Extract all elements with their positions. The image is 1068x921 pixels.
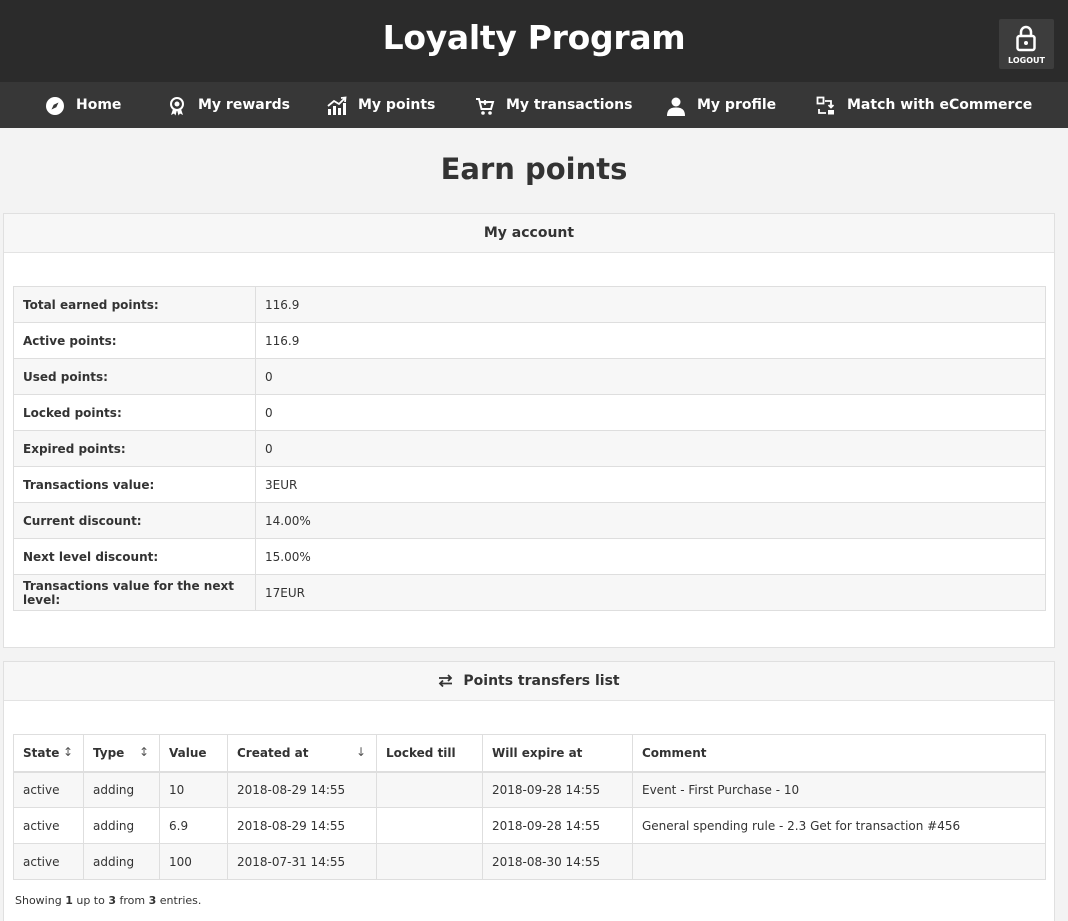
account-row: Expired points: 0 [13, 430, 1046, 467]
column-header-state[interactable]: State ↕ [13, 734, 84, 773]
compass-icon [46, 97, 64, 115]
value-cell: 100 [159, 843, 228, 880]
account-row-value: 116.9 [255, 322, 1046, 359]
account-row-label: Locked points: [13, 394, 256, 431]
table-row: active adding 6.9 2018-08-29 14:55 2018-09-2… [13, 807, 1046, 844]
table-row: active adding 10 2018-08-29 14:55 2018-09-28… [13, 771, 1046, 808]
cart-icon [476, 98, 495, 115]
transfers-table: State ↕ Type ↕ Value Created at ↓ Locked ti… [13, 734, 1046, 880]
account-row-value: 3EUR [255, 466, 1046, 503]
will-expire-at-cell: 2018-09-28 14:55 [482, 807, 633, 844]
state-cell: active [13, 843, 84, 880]
nav-label-my-profile: My profile [697, 97, 777, 113]
comment-cell: General spending rule - 2.3 Get for tran… [632, 807, 1046, 844]
column-header-value[interactable]: Value [159, 734, 228, 773]
account-row-value: 14.00% [255, 502, 1046, 539]
account-row-label: Used points: [13, 358, 256, 395]
account-row: Used points: 0 [13, 358, 1046, 395]
logout-label: LOGOUT [1008, 56, 1045, 65]
nav-label-my-rewards: My rewards [198, 97, 290, 113]
transfers-panel: Points transfers list State ↕ Type ↕ Value… [3, 661, 1055, 921]
sort-desc-icon: ↓ [355, 745, 366, 759]
nav-label-home: Home [76, 97, 122, 113]
type-cell: adding [83, 807, 160, 844]
transfers-panel-header: Points transfers list [4, 662, 1054, 701]
account-row-value: 0 [255, 430, 1046, 467]
account-row-label: Transactions value: [13, 466, 256, 503]
nav-label-my-transactions: My transactions [506, 97, 633, 113]
account-row-label: Expired points: [13, 430, 256, 467]
type-cell: adding [83, 771, 160, 808]
lock-icon [1016, 25, 1036, 52]
table-row: active adding 100 2018-07-31 14:55 2018-08-3… [13, 843, 1046, 880]
sort-both-icon: ↕ [138, 745, 149, 759]
account-table: Total earned points: 116.9 Active points: 1… [13, 286, 1046, 611]
column-header-comment[interactable]: Comment [632, 734, 1046, 773]
account-row-label: Total earned points: [13, 286, 256, 323]
sort-both-icon: ↕ [62, 745, 73, 759]
account-row-label: Transactions value for the next level: [13, 574, 256, 611]
column-header-will-expire-at[interactable]: Will expire at [482, 734, 633, 773]
created-at-cell: 2018-08-29 14:55 [227, 771, 377, 808]
will-expire-at-cell: 2018-09-28 14:55 [482, 771, 633, 808]
account-row: Total earned points: 116.9 [13, 286, 1046, 323]
column-header-created-at[interactable]: Created at ↓ [227, 734, 377, 773]
match-icon [816, 96, 835, 115]
account-row-label: Active points: [13, 322, 256, 359]
value-cell: 10 [159, 771, 228, 808]
account-row: Current discount: 14.00% [13, 502, 1046, 539]
app-title: Loyalty Program [382, 18, 686, 57]
account-panel: My account Total earned points: 116.9 Acti… [3, 213, 1055, 648]
account-row: Locked points: 0 [13, 394, 1046, 431]
account-row: Active points: 116.9 [13, 322, 1046, 359]
locked-till-cell [376, 771, 483, 808]
transfers-header-row: State ↕ Type ↕ Value Created at ↓ Locked ti… [13, 734, 1046, 773]
state-cell: active [13, 771, 84, 808]
account-row-value: 17EUR [255, 574, 1046, 611]
account-row-value: 0 [255, 394, 1046, 431]
value-cell: 6.9 [159, 807, 228, 844]
logout-button[interactable]: LOGOUT [999, 19, 1054, 69]
nav-label-match-ecommerce: Match with eCommerce [847, 97, 1033, 113]
column-header-type[interactable]: Type ↕ [83, 734, 160, 773]
nav-label-my-points: My points [358, 97, 436, 113]
comment-cell: Event - First Purchase - 10 [632, 771, 1046, 808]
account-row: Transactions value: 3EUR [13, 466, 1046, 503]
locked-till-cell [376, 807, 483, 844]
page-title: Earn points [440, 152, 628, 186]
created-at-cell: 2018-08-29 14:55 [227, 807, 377, 844]
account-row-value: 0 [255, 358, 1046, 395]
state-cell: active [13, 807, 84, 844]
account-row: Transactions value for the next level: 17… [13, 574, 1046, 611]
comment-cell [632, 843, 1046, 880]
app-header: Loyalty Program LOGOUT [0, 0, 1068, 82]
account-row: Next level discount: 15.00% [13, 538, 1046, 575]
account-row-label: Next level discount: [13, 538, 256, 575]
award-icon [170, 97, 184, 116]
type-cell: adding [83, 843, 160, 880]
account-row-value: 116.9 [255, 286, 1046, 323]
transfer-arrows-icon [439, 674, 453, 688]
account-panel-title: My account [4, 214, 1054, 253]
account-row-value: 15.00% [255, 538, 1046, 575]
will-expire-at-cell: 2018-08-30 14:55 [482, 843, 633, 880]
transfers-panel-title: Points transfers list [463, 673, 620, 689]
user-icon [667, 97, 685, 116]
main-nav: Home My rewards My points My transaction… [0, 82, 1068, 128]
locked-till-cell [376, 843, 483, 880]
account-row-label: Current discount: [13, 502, 256, 539]
column-header-locked-till[interactable]: Locked till [376, 734, 483, 773]
table-summary: Showing 1 up to 3 from 3 entries. [15, 894, 202, 907]
created-at-cell: 2018-07-31 14:55 [227, 843, 377, 880]
chart-icon [327, 96, 347, 115]
